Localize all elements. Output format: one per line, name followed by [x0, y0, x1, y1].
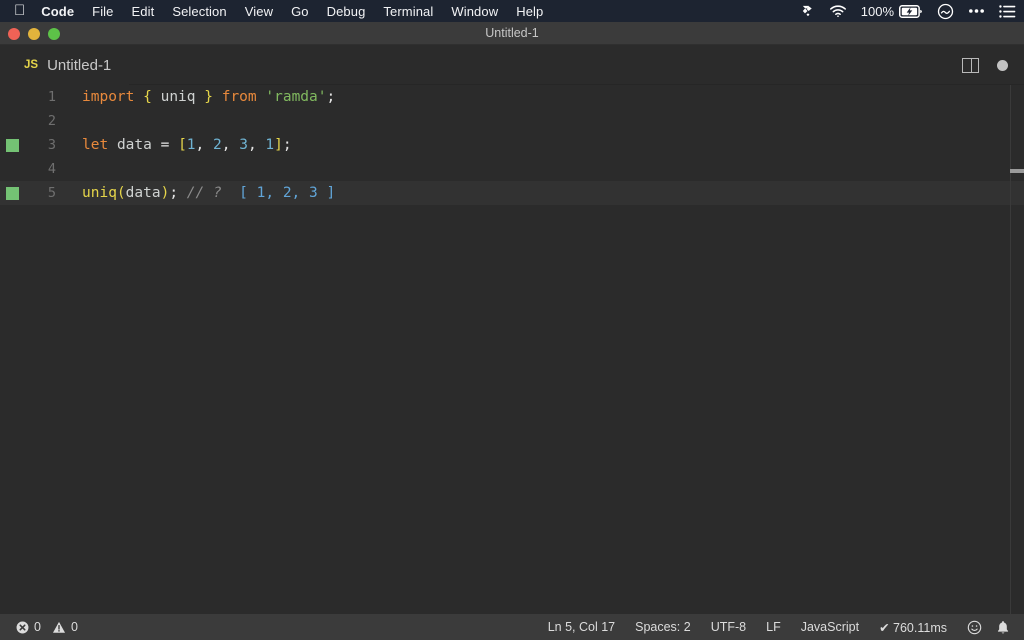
wifi-icon[interactable]: [829, 4, 847, 18]
status-bar-left: 0 0: [0, 620, 78, 634]
tab-untitled-1[interactable]: JS Untitled-1: [0, 45, 130, 85]
token-punc: ,: [195, 137, 213, 153]
token-str: 'ramda': [265, 89, 327, 105]
scrollbar-slider[interactable]: [1010, 169, 1024, 173]
editor-line[interactable]: 1 import { uniq } from 'ramda';: [0, 85, 1024, 109]
menu-item-edit[interactable]: Edit: [132, 4, 155, 19]
editor-line[interactable]: 5 uniq(data); // ? [ 1, 2, 3 ]: [0, 181, 1024, 205]
line-number: 3: [47, 137, 56, 153]
control-center-icon[interactable]: [968, 8, 985, 14]
token-cmt: // ?: [186, 185, 222, 201]
editor-line[interactable]: 3 let data = [1, 2, 3, 1];: [0, 133, 1024, 157]
problems-indicator[interactable]: 0 0: [16, 620, 78, 634]
line-code: import { uniq } from 'ramda';: [82, 85, 335, 109]
warning-count: 0: [70, 620, 78, 634]
macos-menu-bar:  Code File Edit Selection View Go Debug…: [0, 0, 1024, 22]
editor-tab-bar: JS Untitled-1: [0, 45, 1024, 85]
token-punc: ;: [326, 89, 336, 105]
quokka-run-time[interactable]: ✔ 760.11ms: [879, 620, 947, 635]
token-var: data: [116, 137, 152, 153]
token-brace: }: [204, 89, 213, 105]
editor-line[interactable]: 4: [0, 157, 1024, 181]
dropbox-icon[interactable]: [800, 4, 815, 19]
token-num: 1: [186, 137, 196, 153]
line-number: 5: [47, 185, 56, 201]
apple-logo-icon[interactable]: : [14, 3, 25, 18]
line-number: 1: [47, 89, 56, 105]
menu-item-terminal[interactable]: Terminal: [383, 4, 433, 19]
indentation[interactable]: Spaces: 2: [635, 620, 691, 634]
token-var: data: [125, 185, 161, 201]
editor-line[interactable]: 2: [0, 109, 1024, 133]
split-editor-icon[interactable]: [962, 57, 979, 73]
line-number: 4: [47, 161, 56, 177]
token-punc: ,: [221, 137, 240, 153]
token-punc: ;: [169, 185, 179, 201]
feedback-smiley-icon[interactable]: [967, 620, 982, 635]
menu-item-selection[interactable]: Selection: [172, 4, 226, 19]
token-num: 1: [265, 137, 275, 153]
code-editor[interactable]: 1 import { uniq } from 'ramda'; 2 3 let data…: [0, 85, 1024, 614]
cursor-position[interactable]: Ln 5, Col 17: [548, 620, 615, 634]
window-title-bar: Untitled-1: [0, 22, 1024, 45]
token-kw: let: [82, 137, 109, 153]
token-num: 2: [213, 137, 222, 153]
menu-item-code[interactable]: Code: [41, 4, 74, 19]
token-res: [ 1, 2, 3 ]: [239, 185, 336, 201]
status-bar-right: Ln 5, Col 17 Spaces: 2 UTF-8 LF JavaScri…: [548, 620, 1024, 635]
token-punc: ,: [247, 137, 266, 153]
token-punc: ;: [282, 137, 292, 153]
unsaved-dot-icon[interactable]: [997, 59, 1008, 71]
menu-item-file[interactable]: File: [92, 4, 113, 19]
token-kw: import: [82, 89, 135, 105]
tab-bar-actions: [962, 45, 1014, 85]
spotlight-icon[interactable]: [937, 3, 954, 20]
line-code: let data = [1, 2, 3, 1];: [82, 133, 292, 157]
line-number: 2: [47, 113, 56, 129]
language-mode[interactable]: JavaScript: [801, 620, 859, 634]
menu-item-help[interactable]: Help: [516, 4, 543, 19]
notification-center-icon[interactable]: [999, 4, 1016, 18]
warning-icon: [52, 621, 66, 634]
bell-icon[interactable]: [996, 620, 1010, 635]
battery-charging-icon[interactable]: [899, 4, 923, 18]
token-num: 3: [239, 137, 248, 153]
token-var: uniq: [160, 89, 196, 105]
token-brace: ]: [274, 137, 283, 153]
token-brace: ): [160, 185, 170, 201]
end-of-line[interactable]: LF: [766, 620, 781, 634]
tab-label: Untitled-1: [47, 56, 112, 74]
menu-item-view[interactable]: View: [245, 4, 273, 19]
javascript-file-icon: JS: [24, 59, 39, 71]
token-kw: from: [221, 89, 257, 105]
menu-item-window[interactable]: Window: [451, 4, 498, 19]
menu-item-go[interactable]: Go: [291, 4, 309, 19]
window-title: Untitled-1: [485, 26, 539, 40]
token-brace: [: [178, 137, 187, 153]
token-brace: (: [116, 185, 126, 201]
line-code: uniq(data); // ? [ 1, 2, 3 ]: [82, 181, 335, 205]
menu-item-debug[interactable]: Debug: [327, 4, 366, 19]
battery-percent-label: 100%: [860, 3, 894, 19]
status-bar: 0 0 Ln 5, Col 17 Spaces: 2 UTF-8 LF Java…: [0, 614, 1024, 640]
token-brace: {: [143, 89, 152, 105]
error-icon: [16, 621, 29, 634]
encoding[interactable]: UTF-8: [711, 620, 746, 634]
error-count: 0: [34, 620, 41, 634]
editor-vertical-scrollbar[interactable]: [1010, 85, 1024, 614]
token-fn: uniq: [82, 185, 117, 201]
